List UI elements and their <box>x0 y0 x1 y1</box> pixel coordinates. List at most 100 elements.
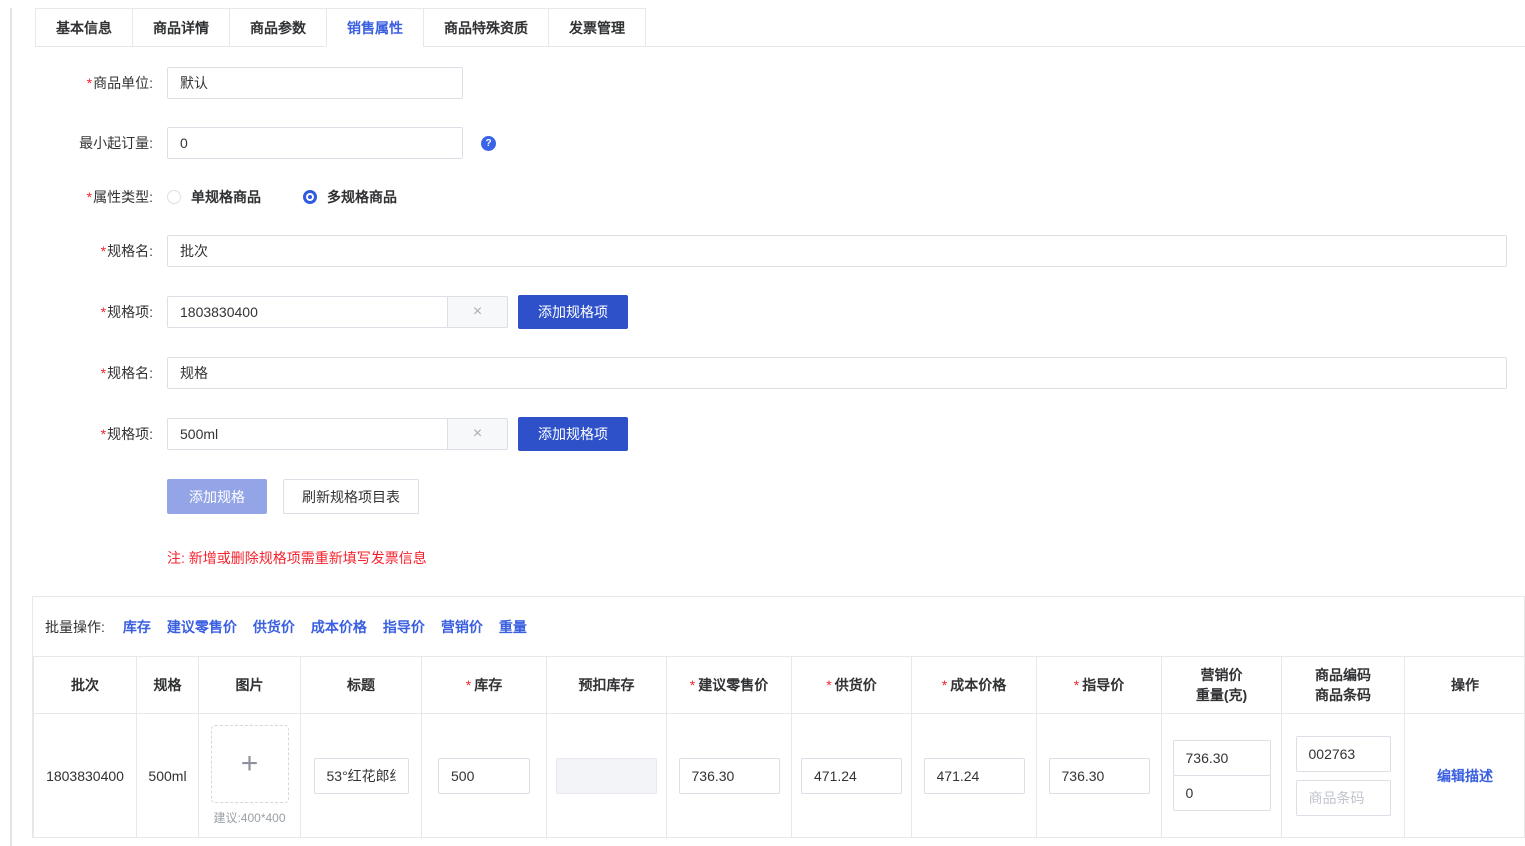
image-upload-button[interactable]: + <box>211 725 289 803</box>
clear-icon[interactable]: × <box>447 418 508 450</box>
spec-table-block: 批量操作: 库存 建议零售价 供货价 成本价格 指导价 营销价 重量 批次 规格… <box>32 596 1525 838</box>
col-title: 标题 <box>301 657 422 714</box>
radio-multi-spec[interactable] <box>303 190 317 204</box>
col-suggest-price: *建议零售价 <box>667 657 792 714</box>
batch-link-cost-price[interactable]: 成本价格 <box>311 617 367 637</box>
spec2-name-row: *规格名: <box>0 357 1525 389</box>
batch-link-suggest-price[interactable]: 建议零售价 <box>167 617 237 637</box>
cell-spec: 500ml <box>137 714 199 838</box>
cell-batch: 1803830400 <box>34 714 137 838</box>
required-mark: * <box>101 243 106 259</box>
batch-link-supply-price[interactable]: 供货价 <box>253 617 295 637</box>
required-mark: * <box>101 426 106 442</box>
spec1-name-row: *规格名: <box>0 235 1525 267</box>
col-actions: 操作 <box>1405 657 1525 714</box>
col-code-barcode: 商品编码商品条码 <box>1282 657 1405 714</box>
spec2-item-label: *规格项: <box>0 424 153 444</box>
add-spec-item-button[interactable]: 添加规格项 <box>518 295 628 329</box>
min-order-input[interactable] <box>167 127 463 159</box>
cell-stock <box>422 714 547 838</box>
spec1-item-input[interactable] <box>167 296 448 328</box>
cell-reserved-stock <box>547 714 667 838</box>
required-mark: * <box>101 365 106 381</box>
radio-single-spec[interactable] <box>167 190 181 204</box>
unit-input[interactable] <box>167 67 463 99</box>
note-row: 注: 新增或删除规格项需重新填写发票信息 <box>0 548 1525 568</box>
add-spec-button[interactable]: 添加规格 <box>167 479 267 514</box>
spec1-name-input[interactable] <box>167 235 1507 267</box>
marketing-price-input[interactable] <box>1173 740 1271 776</box>
cell-guide-price <box>1037 714 1162 838</box>
spec2-item-input[interactable] <box>167 418 448 450</box>
batch-operations-label: 批量操作: <box>45 617 105 637</box>
weight-input[interactable] <box>1173 775 1271 811</box>
spec2-item-row: *规格项: × 添加规格项 <box>0 417 1525 451</box>
table-header-row: 批次 规格 图片 标题 *库存 预扣库存 *建议零售价 *供货价 *成本价格 *… <box>34 657 1525 714</box>
guide-price-input[interactable] <box>1049 758 1150 794</box>
product-code-input[interactable] <box>1296 736 1391 772</box>
title-input[interactable] <box>314 758 409 794</box>
spec1-item-row: *规格项: × 添加规格项 <box>0 295 1525 329</box>
col-stock: *库存 <box>422 657 547 714</box>
batch-link-marketing-price[interactable]: 营销价 <box>441 617 483 637</box>
batch-link-stock[interactable]: 库存 <box>123 617 151 637</box>
spec-buttons-row: 添加规格 刷新规格项目表 <box>0 479 1525 514</box>
help-icon[interactable]: ? <box>481 136 496 151</box>
spec2-name-input[interactable] <box>167 357 1507 389</box>
spec-table: 批次 规格 图片 标题 *库存 预扣库存 *建议零售价 *供货价 *成本价格 *… <box>33 656 1525 838</box>
required-mark: * <box>87 75 92 91</box>
radio-multi-spec-label[interactable]: 多规格商品 <box>327 187 397 207</box>
col-guide-price: *指导价 <box>1037 657 1162 714</box>
min-order-label: 最小起订量: <box>0 133 153 153</box>
left-panel-divider <box>10 8 12 846</box>
supply-price-input[interactable] <box>801 758 902 794</box>
col-image: 图片 <box>199 657 301 714</box>
add-spec-item-button[interactable]: 添加规格项 <box>518 417 628 451</box>
col-marketing-weight: 营销价重量(克) <box>1162 657 1282 714</box>
cell-title <box>301 714 422 838</box>
attr-type-label: *属性类型: <box>0 187 153 207</box>
barcode-input[interactable] <box>1296 780 1391 816</box>
cell-image: + 建议:400*400 <box>199 714 301 838</box>
col-cost-price: *成本价格 <box>912 657 1037 714</box>
col-spec: 规格 <box>137 657 199 714</box>
refresh-spec-table-button[interactable]: 刷新规格项目表 <box>283 479 419 514</box>
invoice-note: 注: 新增或删除规格项需重新填写发票信息 <box>167 548 427 568</box>
tab-product-params[interactable]: 商品参数 <box>229 8 327 47</box>
cost-price-input[interactable] <box>924 758 1025 794</box>
required-mark: * <box>101 304 106 320</box>
batch-link-guide-price[interactable]: 指导价 <box>383 617 425 637</box>
upload-hint: 建议:400*400 <box>199 809 300 826</box>
spec1-name-label: *规格名: <box>0 241 153 261</box>
unit-label: *商品单位: <box>0 73 153 93</box>
suggest-price-input[interactable] <box>679 758 780 794</box>
stock-input[interactable] <box>438 758 530 794</box>
cell-cost-price <box>912 714 1037 838</box>
batch-link-weight[interactable]: 重量 <box>499 617 527 637</box>
tab-special-qualifications[interactable]: 商品特殊资质 <box>423 8 549 47</box>
tab-sales-attributes[interactable]: 销售属性 <box>326 8 424 47</box>
reserved-stock-input <box>556 758 657 794</box>
min-order-row: 最小起订量: ? <box>0 127 1525 159</box>
radio-single-spec-label[interactable]: 单规格商品 <box>191 187 261 207</box>
product-tabs: 基本信息 商品详情 商品参数 销售属性 商品特殊资质 发票管理 <box>35 8 1525 47</box>
cell-code-barcode <box>1282 714 1405 838</box>
cell-suggest-price <box>667 714 792 838</box>
attr-type-row: *属性类型: 单规格商品 多规格商品 <box>0 187 1525 207</box>
tab-invoice-management[interactable]: 发票管理 <box>548 8 646 47</box>
tab-product-detail[interactable]: 商品详情 <box>132 8 230 47</box>
col-supply-price: *供货价 <box>792 657 912 714</box>
clear-icon[interactable]: × <box>447 296 508 328</box>
col-batch: 批次 <box>34 657 137 714</box>
cell-supply-price <box>792 714 912 838</box>
unit-row: *商品单位: <box>0 67 1525 99</box>
required-mark: * <box>87 189 92 205</box>
spec2-name-label: *规格名: <box>0 363 153 383</box>
plus-icon: + <box>241 747 259 781</box>
table-row: 1803830400 500ml + 建议:400*400 <box>34 714 1525 838</box>
batch-operations-bar: 批量操作: 库存 建议零售价 供货价 成本价格 指导价 营销价 重量 <box>33 597 1524 656</box>
tab-basic-info[interactable]: 基本信息 <box>35 8 133 47</box>
col-reserved-stock: 预扣库存 <box>547 657 667 714</box>
cell-marketing-weight <box>1162 714 1282 838</box>
edit-description-link[interactable]: 编辑描述 <box>1437 768 1493 784</box>
